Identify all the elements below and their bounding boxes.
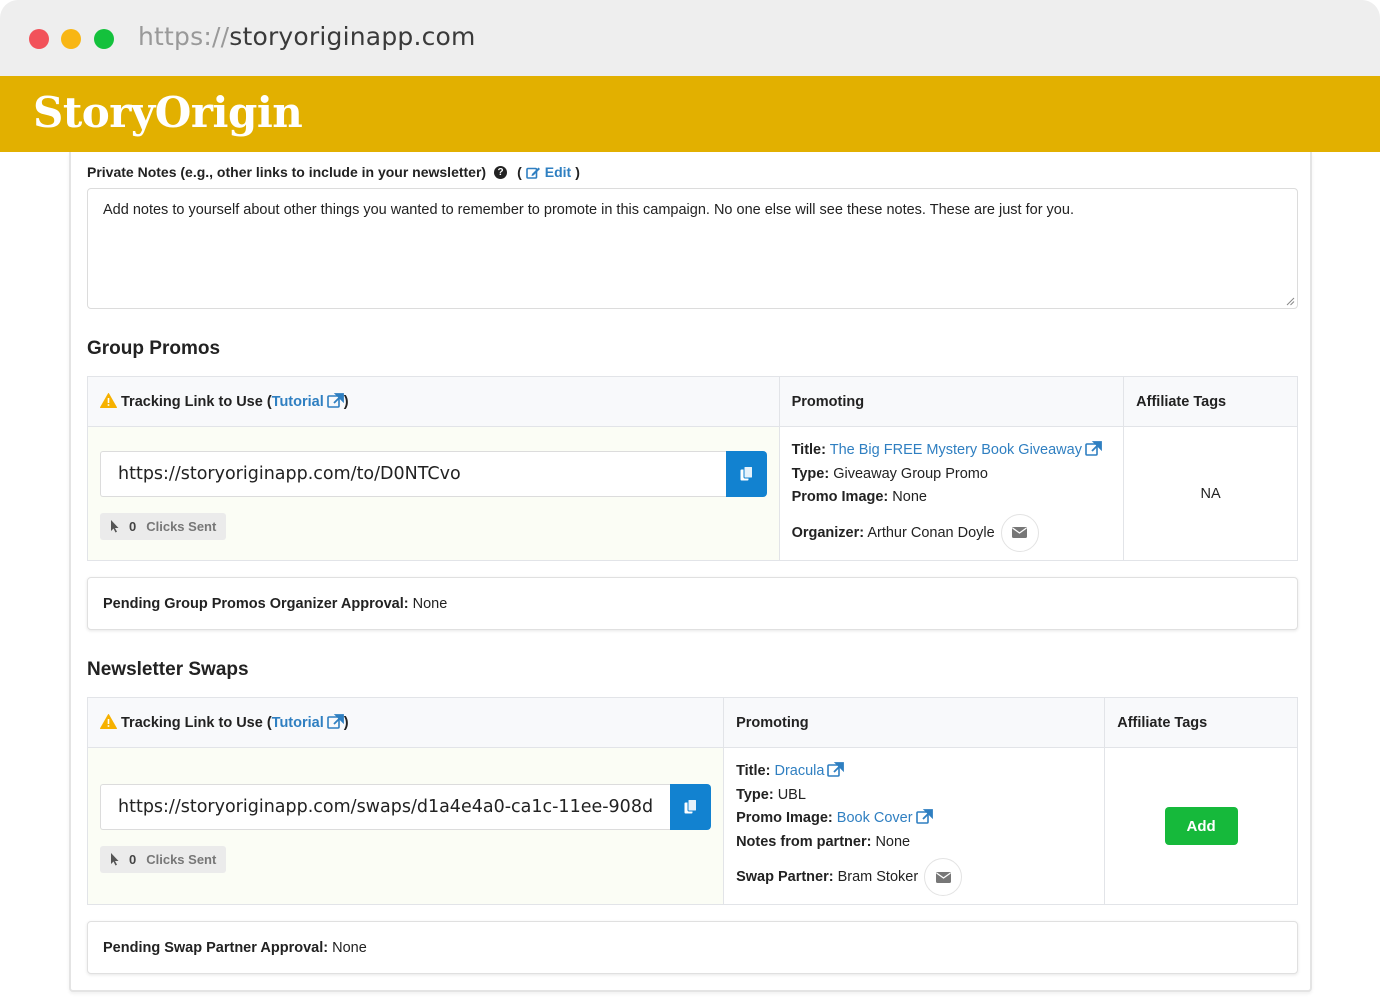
private-notes-textarea[interactable]: Add notes to yourself about other things… xyxy=(87,188,1298,309)
affiliate-tags-cell: NA xyxy=(1123,426,1298,561)
promo-type-line: Type: Giveaway Group Promo xyxy=(791,465,988,482)
email-organizer-button[interactable] xyxy=(1000,513,1039,552)
add-affiliate-tag-button[interactable]: Add xyxy=(1164,807,1238,845)
clicks-count: 0 xyxy=(129,519,137,534)
promo-title-link[interactable]: Dracula xyxy=(774,762,845,779)
tracking-link-cell: https://storyoriginapp.com/swaps/d1a4e4a… xyxy=(86,747,725,905)
promoting-header: Promoting xyxy=(723,697,1106,748)
private-notes-label: Private Notes (e.g., other links to incl… xyxy=(87,164,580,180)
email-partner-button[interactable] xyxy=(924,858,963,896)
copy-icon xyxy=(740,466,753,481)
promo-type-line: Type: UBL xyxy=(736,786,806,803)
copy-icon xyxy=(684,799,698,814)
edit-notes-link[interactable]: Edit xyxy=(525,164,572,180)
tracking-link-group: https://storyoriginapp.com/swaps/d1a4e4a… xyxy=(100,784,712,830)
organizer-line: Organizer: Arthur Conan Doyle xyxy=(792,513,1112,552)
pending-partner-approval: Pending Swap Partner Approval: None xyxy=(87,921,1298,974)
edit-label: Edit xyxy=(544,164,572,180)
affiliate-tags-header: Affiliate Tags xyxy=(1123,376,1298,427)
promo-title-line: Title: Dracula xyxy=(736,760,1092,784)
tracking-link-cell: https://storyoriginapp.com/to/D0NTCvo 0 … xyxy=(87,426,780,561)
cursor-icon xyxy=(111,853,119,866)
external-link-icon xyxy=(1085,441,1102,456)
close-window-button[interactable] xyxy=(29,29,49,49)
tracking-link-header: Tracking Link to Use (Tutorial) xyxy=(86,697,725,748)
tutorial-link[interactable]: Tutorial xyxy=(272,714,344,731)
address-bar[interactable]: https://storyoriginapp.com xyxy=(138,22,476,51)
partner-notes-line: Notes from partner: None xyxy=(736,833,911,850)
cursor-icon xyxy=(111,520,119,533)
edit-icon xyxy=(525,167,540,179)
warning-icon xyxy=(100,393,117,408)
promoting-header: Promoting xyxy=(778,376,1125,427)
external-link-icon xyxy=(326,714,344,729)
promoting-cell: Title: The Big FREE Mystery Book Giveawa… xyxy=(778,426,1125,561)
clicks-sent-badge: 0 Clicks Sent xyxy=(100,513,227,540)
promo-title-link[interactable]: The Big FREE Mystery Book Giveaway xyxy=(830,441,1102,458)
maximize-window-button[interactable] xyxy=(94,29,114,49)
promo-image-link[interactable]: Book Cover xyxy=(837,809,933,826)
tracking-url-input[interactable]: https://storyoriginapp.com/to/D0NTCvo xyxy=(100,451,726,497)
help-icon[interactable]: ? xyxy=(494,165,508,179)
tutorial-link[interactable]: Tutorial xyxy=(272,393,344,410)
pending-organizer-approval: Pending Group Promos Organizer Approval:… xyxy=(87,577,1298,630)
private-notes-text: Add notes to yourself about other things… xyxy=(103,202,1074,218)
tracking-link-group: https://storyoriginapp.com/to/D0NTCvo xyxy=(100,451,767,497)
browser-chrome: https://storyoriginapp.com xyxy=(0,0,1380,76)
tracking-url-input[interactable]: https://storyoriginapp.com/swaps/d1a4e4a… xyxy=(100,784,671,830)
swap-partner-line: Swap Partner: Bram Stoker xyxy=(736,858,1092,896)
promo-title-line: Title: The Big FREE Mystery Book Giveawa… xyxy=(792,439,1112,463)
table-row: https://storyoriginapp.com/to/D0NTCvo 0 … xyxy=(87,426,1298,561)
brand-header: StoryOrigin xyxy=(0,76,1380,152)
copy-link-button[interactable] xyxy=(670,784,712,830)
url-protocol: https:// xyxy=(138,22,230,51)
external-link-icon xyxy=(326,393,344,408)
url-host: storyoriginapp.com xyxy=(229,22,476,51)
promo-image-line: Promo Image: None xyxy=(791,489,927,505)
resize-handle-icon[interactable] xyxy=(1286,297,1295,306)
newsletter-swaps-title: Newsletter Swaps xyxy=(87,659,249,680)
promo-image-line: Promo Image: Book Cover xyxy=(736,807,1092,831)
minimize-window-button[interactable] xyxy=(61,29,81,49)
tracking-link-header: Tracking Link to Use (Tutorial) xyxy=(87,376,780,427)
clicks-sent-badge: 0 Clicks Sent xyxy=(100,846,227,873)
private-notes-label-text: Private Notes (e.g., other links to incl… xyxy=(87,164,487,180)
group-promos-title: Group Promos xyxy=(87,338,221,359)
envelope-icon xyxy=(1012,527,1028,538)
group-promos-table: Tracking Link to Use (Tutorial) Promotin… xyxy=(87,376,1298,561)
affiliate-tags-cell: Add xyxy=(1104,747,1298,905)
campaign-card: Private Notes (e.g., other links to incl… xyxy=(69,152,1312,992)
copy-link-button[interactable] xyxy=(725,451,767,497)
affiliate-tags-header: Affiliate Tags xyxy=(1104,697,1298,748)
warning-icon xyxy=(100,714,117,729)
table-row: https://storyoriginapp.com/swaps/d1a4e4a… xyxy=(86,747,1298,905)
envelope-icon xyxy=(935,871,951,883)
promoting-cell: Title: Dracula Type: UBL Promo Image: Bo… xyxy=(723,747,1106,905)
external-link-icon xyxy=(915,809,933,824)
newsletter-swaps-table: Tracking Link to Use (Tutorial) Promotin… xyxy=(86,697,1298,905)
clicks-count: 0 xyxy=(129,852,137,867)
clicks-label: Clicks Sent xyxy=(146,852,217,867)
brand-logo[interactable]: StoryOrigin xyxy=(33,88,303,137)
external-link-icon xyxy=(827,762,845,777)
clicks-label: Clicks Sent xyxy=(146,519,217,534)
